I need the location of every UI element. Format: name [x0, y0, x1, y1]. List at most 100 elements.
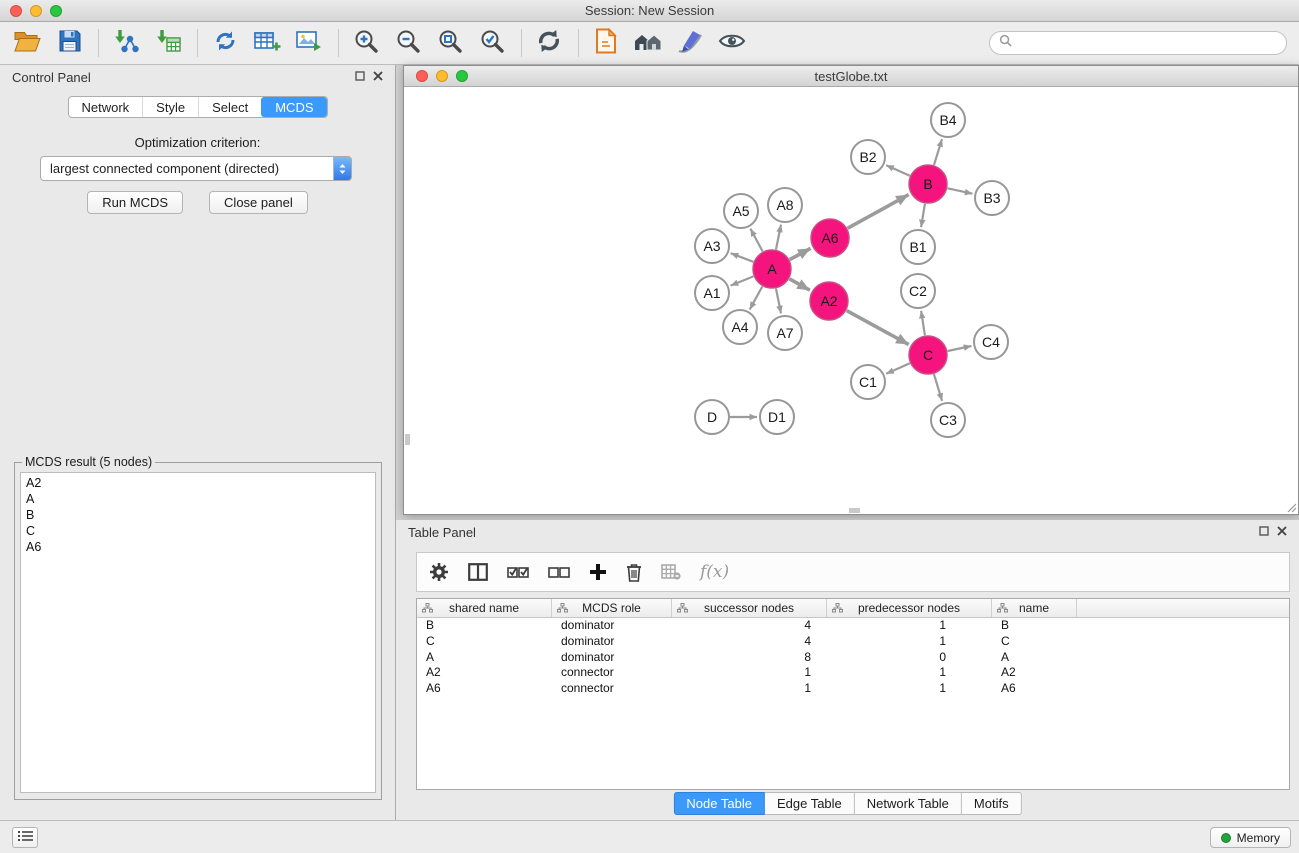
close-window-button[interactable]: [10, 5, 22, 17]
table-cell[interactable]: C: [417, 634, 552, 650]
table-cell[interactable]: A: [417, 650, 552, 666]
table-row[interactable]: A2connector11A2: [417, 665, 1289, 681]
paint-style-button[interactable]: [673, 25, 707, 61]
graph-edge-C-C2[interactable]: [921, 311, 925, 335]
graph-node-A[interactable]: A: [753, 250, 791, 288]
table-cell[interactable]: dominator: [552, 618, 672, 634]
graph-node-C[interactable]: C: [909, 336, 947, 374]
network-window-titlebar[interactable]: testGlobe.txt: [404, 66, 1298, 87]
graph-edge-A-A7[interactable]: [776, 289, 781, 314]
close-panel-icon[interactable]: [373, 71, 383, 81]
table-cell[interactable]: 1: [827, 681, 992, 697]
mcds-result-item[interactable]: A: [26, 491, 370, 507]
graph-node-D1[interactable]: D1: [760, 400, 794, 434]
graph-edge-B-B4[interactable]: [934, 139, 942, 165]
graph-edge-A-A2[interactable]: [789, 279, 809, 290]
graph-node-C2[interactable]: C2: [901, 274, 935, 308]
zoom-selected-button[interactable]: [475, 25, 509, 61]
import-network-button[interactable]: [109, 25, 143, 61]
zoom-fit-button[interactable]: [433, 25, 467, 61]
export-image-button[interactable]: [292, 25, 326, 61]
table-cell[interactable]: A2: [417, 665, 552, 681]
column-header-successor-nodes[interactable]: successor nodes: [672, 599, 827, 617]
table-cell[interactable]: B: [992, 618, 1077, 634]
mcds-result-item[interactable]: A2: [26, 475, 370, 491]
table-cell[interactable]: 1: [672, 681, 827, 697]
optimization-criterion-select[interactable]: largest connected component (directed): [40, 156, 352, 181]
float-panel-icon[interactable]: [355, 71, 365, 81]
graph-edge-A-A6[interactable]: [790, 248, 811, 259]
table-row[interactable]: Adominator80A: [417, 650, 1289, 666]
graph-edge-A-A8[interactable]: [776, 225, 781, 250]
table-cell[interactable]: 4: [672, 618, 827, 634]
close-table-panel-icon[interactable]: [1277, 526, 1287, 536]
minimize-window-button[interactable]: [30, 5, 42, 17]
task-history-button[interactable]: [12, 827, 38, 848]
table-cell[interactable]: 1: [672, 665, 827, 681]
table-cell[interactable]: A2: [992, 665, 1077, 681]
table-cell[interactable]: C: [992, 634, 1077, 650]
table-cell[interactable]: dominator: [552, 634, 672, 650]
graph-node-A2[interactable]: A2: [810, 282, 848, 320]
add-column-button[interactable]: [589, 563, 607, 581]
new-network-button[interactable]: [208, 25, 242, 61]
graph-node-A5[interactable]: A5: [724, 194, 758, 228]
column-header-name[interactable]: name: [992, 599, 1077, 617]
table-cell[interactable]: 8: [672, 650, 827, 666]
table-cell[interactable]: 1: [827, 634, 992, 650]
graph-edge-B-B3[interactable]: [948, 188, 973, 193]
show-hide-details-button[interactable]: [715, 25, 749, 61]
mcds-result-item[interactable]: B: [26, 507, 370, 523]
table-cell[interactable]: 1: [827, 665, 992, 681]
table-cell[interactable]: connector: [552, 681, 672, 697]
table-cell[interactable]: A6: [417, 681, 552, 697]
graph-edge-B-B1[interactable]: [921, 204, 925, 227]
close-network-button[interactable]: [416, 70, 428, 82]
float-table-panel-icon[interactable]: [1259, 526, 1269, 536]
tab-edge-table[interactable]: Edge Table: [765, 792, 855, 815]
zoom-in-button[interactable]: [349, 25, 383, 61]
show-columns-button[interactable]: [468, 563, 488, 581]
table-cell[interactable]: B: [417, 618, 552, 634]
delete-table-button[interactable]: [661, 564, 681, 580]
new-table-button[interactable]: [250, 25, 284, 61]
tab-node-table[interactable]: Node Table: [673, 792, 765, 815]
select-all-columns-button[interactable]: [507, 564, 529, 580]
unselect-all-columns-button[interactable]: [548, 564, 570, 580]
column-header-shared-name[interactable]: shared name: [417, 599, 552, 617]
table-row[interactable]: Bdominator41B: [417, 618, 1289, 634]
graph-node-B3[interactable]: B3: [975, 181, 1009, 215]
graph-edge-C-C1[interactable]: [886, 363, 910, 374]
tab-motifs[interactable]: Motifs: [962, 792, 1022, 815]
graph-edge-A2-C[interactable]: [847, 311, 909, 345]
graph-node-C4[interactable]: C4: [974, 325, 1008, 359]
tab-network-table[interactable]: Network Table: [855, 792, 962, 815]
tab-style[interactable]: Style: [142, 97, 198, 117]
table-cell[interactable]: dominator: [552, 650, 672, 666]
column-header-predecessor-nodes[interactable]: predecessor nodes: [827, 599, 992, 617]
mcds-result-item[interactable]: C: [26, 523, 370, 539]
zoom-out-button[interactable]: [391, 25, 425, 61]
graph-node-A7[interactable]: A7: [768, 316, 802, 350]
graph-node-A4[interactable]: A4: [723, 310, 757, 344]
close-panel-button[interactable]: Close panel: [209, 191, 308, 214]
run-mcds-button[interactable]: Run MCDS: [87, 191, 183, 214]
import-table-button[interactable]: [151, 25, 185, 61]
graph-edge-A6-B[interactable]: [848, 195, 909, 229]
graph-edge-A-A3[interactable]: [731, 253, 754, 262]
resize-grip-icon[interactable]: [1285, 501, 1297, 513]
table-cell[interactable]: A6: [992, 681, 1077, 697]
vertical-scrollbar-thumb[interactable]: [405, 434, 410, 445]
graph-node-A1[interactable]: A1: [695, 276, 729, 310]
graph-node-C1[interactable]: C1: [851, 365, 885, 399]
graph-node-B2[interactable]: B2: [851, 140, 885, 174]
search-input[interactable]: [1018, 36, 1277, 50]
mcds-result-item[interactable]: A6: [26, 539, 370, 555]
graph-node-A3[interactable]: A3: [695, 229, 729, 263]
graph-node-A8[interactable]: A8: [768, 188, 802, 222]
graph-node-B4[interactable]: B4: [931, 103, 965, 137]
apply-layout-button[interactable]: [532, 25, 566, 61]
graph-edge-A-A5[interactable]: [750, 229, 762, 252]
function-builder-button[interactable]: f(x): [700, 564, 729, 581]
table-cell[interactable]: 1: [827, 618, 992, 634]
